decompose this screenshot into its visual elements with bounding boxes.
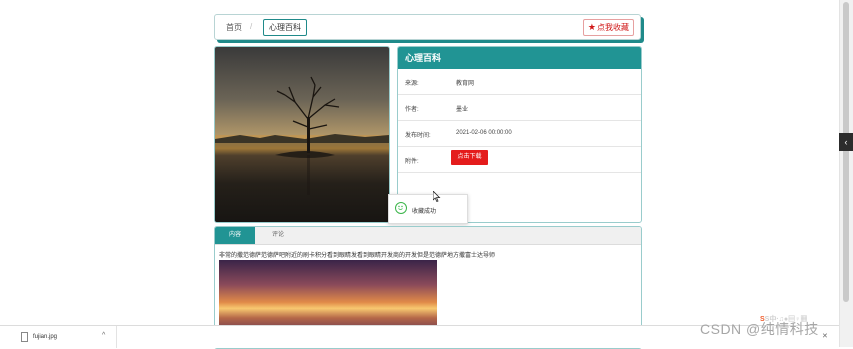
detail-row-attachment: 附件: 点击下载 bbox=[398, 147, 641, 173]
detail-row-author: 作者: 墨业 bbox=[398, 95, 641, 121]
attachment-label: 附件: bbox=[405, 159, 419, 165]
mouse-pointer-icon bbox=[433, 191, 441, 203]
tab-comments[interactable]: 评论 bbox=[260, 227, 296, 244]
breadcrumb-current[interactable]: 心理百科 bbox=[263, 19, 307, 36]
scrollbar-thumb[interactable] bbox=[843, 2, 849, 302]
publish-time-label: 发布时间: bbox=[405, 133, 431, 139]
favorite-button[interactable]: ★点我收藏 bbox=[582, 19, 634, 36]
breadcrumb: 首页 / 心理百科 ★点我收藏 bbox=[214, 14, 641, 40]
toast-message: 收藏成功 bbox=[412, 209, 437, 215]
star-icon: ★ bbox=[587, 22, 596, 32]
side-collapse-tab[interactable]: ‹ bbox=[839, 133, 853, 151]
chevron-left-icon: ‹ bbox=[844, 137, 848, 147]
detail-row-publish-time: 发布时间: 2021-02-06 00:00:00 bbox=[398, 121, 641, 147]
tab-content[interactable]: 内容 bbox=[215, 227, 255, 244]
toast-notification: 收藏成功 bbox=[388, 194, 468, 224]
cover-image bbox=[214, 46, 390, 223]
smiley-icon bbox=[395, 202, 407, 214]
breadcrumb-home-link[interactable]: 首页 bbox=[226, 22, 242, 33]
download-file-name: fujian.jpg bbox=[33, 334, 58, 340]
source-label: 来源: bbox=[405, 81, 419, 87]
favorite-button-label: 点我收藏 bbox=[597, 23, 629, 32]
tab-bar: 内容 评论 bbox=[215, 227, 641, 245]
author-value: 墨业 bbox=[456, 107, 469, 113]
content-text: 非常的撒范德萨范德萨吧附近的刷卡积分看到眼睛发看到眼睛开发商的开发但是范德萨地方… bbox=[219, 253, 496, 259]
chevron-up-icon[interactable]: ^ bbox=[102, 332, 105, 339]
detail-title: 心理百科 bbox=[398, 47, 641, 69]
detail-row-source: 来源: 教育网 bbox=[398, 69, 641, 95]
breadcrumb-separator: / bbox=[250, 22, 253, 31]
source-value: 教育网 bbox=[456, 81, 475, 87]
publish-time-value: 2021-02-06 00:00:00 bbox=[456, 130, 512, 136]
close-icon[interactable]: ✕ bbox=[822, 332, 828, 340]
download-button[interactable]: 点击下载 bbox=[451, 150, 488, 165]
watermark: CSDN @纯情科技 bbox=[700, 321, 819, 337]
download-item[interactable]: fujian.jpg ^ bbox=[0, 326, 117, 348]
author-label: 作者: bbox=[405, 107, 419, 113]
file-icon bbox=[21, 332, 28, 342]
